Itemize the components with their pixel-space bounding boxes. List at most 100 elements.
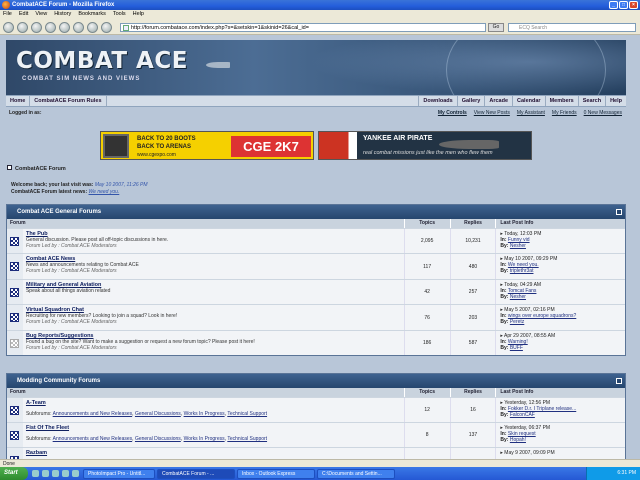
last-post-author-link[interactable]: Nesher [510,243,526,249]
forward-button[interactable] [17,22,28,33]
replies-count: 257 [449,280,496,304]
collapse-toggle-icon[interactable] [616,378,622,384]
back-button[interactable] [3,22,14,33]
my-assistant-link[interactable]: My Assistant [517,108,545,118]
task-photoimpact[interactable]: PhotoImpact Pro - Untitl... [83,468,155,479]
stop-button[interactable] [45,22,56,33]
site-banner[interactable]: COMBAT ACE COMBAT SIM NEWS AND VIEWS [6,40,626,95]
col-forum: Forum [10,220,26,226]
quick-launch-icon[interactable] [52,470,59,477]
start-button[interactable]: Start [0,467,28,480]
view-new-posts-link[interactable]: View New Posts [474,108,510,118]
status-bar: Done [0,459,640,467]
new-posts-icon [10,405,20,415]
menu-file[interactable]: File [3,10,12,19]
forum-moderators: Forum Led by : Combat ACE Moderators [25,268,117,274]
last-post-by-label: By: [500,345,509,351]
subforum-link[interactable]: Announcements and New Releases [53,436,133,442]
last-post-author-link[interactable]: Hopah! [510,437,526,443]
nav-search[interactable]: Search [577,96,605,106]
collapse-toggle-icon[interactable] [616,209,622,215]
menu-tools[interactable]: Tools [113,10,126,19]
last-post-by-label: By: [500,437,509,443]
nav-help[interactable]: Help [605,96,626,106]
forum-link[interactable]: Razbam [26,450,401,456]
toolbar-extra-button[interactable] [73,22,84,33]
subforum-link[interactable]: Technical Support [227,411,267,417]
last-post-author-link[interactable]: BUFF [510,345,523,351]
menu-edit[interactable]: Edit [19,10,28,19]
reload-button[interactable] [31,22,42,33]
subforum-link[interactable]: Works In Progress [184,411,225,417]
nav-members[interactable]: Members [544,96,578,106]
quick-launch-icon[interactable] [42,470,49,477]
forum-row-virtual-squadron: Virtual Squadron Chat Recruiting for new… [7,304,625,330]
window-title-bar: CombatACE Forum - Mozilla Firefox _ □ × [0,0,640,10]
last-post-author-link[interactable]: FalconCAF [510,412,535,418]
page-icon [123,25,129,31]
welcome-block: Welcome back; your last visit was: May 1… [11,182,611,196]
subforum-link[interactable]: General Discussions [135,411,181,417]
replies-count: 203 [449,305,496,330]
col-replies: Replies [449,388,496,397]
url-text: http://forum.combatace.com/index.php?s=&… [131,25,309,31]
latest-news-link[interactable]: We need you. [89,189,120,195]
replies-count: 587 [449,331,496,355]
search-input[interactable]: ECQ Search [508,23,636,32]
toolbar-extra-button-2[interactable] [87,22,98,33]
ad-banner-yankee-air-pirate[interactable]: YANKEE AIR PIRATE real combat missions j… [318,131,532,160]
nav-calendar[interactable]: Calendar [512,96,545,106]
quick-launch-icon[interactable] [32,470,39,477]
home-button[interactable] [59,22,70,33]
quick-launch-icon[interactable] [62,470,69,477]
last-post-author-link[interactable]: triplethr3at [510,268,534,274]
site-logo: COMBAT ACE [16,48,188,74]
menu-view[interactable]: View [35,10,47,19]
replies-count: 10,231 [449,229,496,253]
ad-banner-cge[interactable]: BACK TO 20 BOOTS BACK TO ARENAS www.cgex… [100,131,314,160]
menu-help[interactable]: Help [133,10,144,19]
ad1-brand: CGE 2K7 [231,136,311,157]
close-button[interactable]: × [629,1,638,9]
menu-bookmarks[interactable]: Bookmarks [78,10,106,19]
subforum-link[interactable]: Works In Progress [184,436,225,442]
menu-history[interactable]: History [54,10,71,19]
last-post-info: ▸ Yesterday, 12:56 PM In: Fokker D.r. I … [495,398,625,422]
no-new-posts-icon [10,338,20,348]
last-post-author-link[interactable]: Nesher [510,294,526,300]
user-bar: Logged in as: My Controls View New Posts… [6,108,626,118]
nav-gallery[interactable]: Gallery [456,96,485,106]
last-visit-label: Welcome back; your last visit was: [11,182,94,188]
nav-forum-rules[interactable]: CombatACE Forum Rules [30,96,107,106]
col-topics: Topics [403,219,450,228]
task-explorer[interactable]: C:\Documents and Settin... [317,468,395,479]
nav-home[interactable]: Home [6,96,31,106]
task-firefox[interactable]: CombatACE Forum - ... [157,468,235,479]
column-header-row: Forum Topics Replies Last Post Info [7,219,625,228]
my-controls-link[interactable]: My Controls [438,108,467,118]
toolbar-extra-button-3[interactable] [101,22,112,33]
last-post-info: ▸ May 5 2007, 02:16 PM In: wings over eu… [495,305,625,330]
nav-arcade[interactable]: Arcade [484,96,512,106]
go-button[interactable]: Go [488,23,504,32]
subforum-link[interactable]: Technical Support [227,436,267,442]
col-forum: Forum [10,389,26,395]
task-outlook[interactable]: Inbox - Outlook Express [237,468,315,479]
last-post-info: ▸ May 9 2007, 09:09 PM [495,448,625,459]
url-bar[interactable]: http://forum.combatace.com/index.php?s=&… [120,23,486,32]
my-friends-link[interactable]: My Friends [552,108,577,118]
last-post-author-link[interactable]: Peretz [510,319,524,325]
new-posts-icon [10,262,20,271]
clock[interactable]: 6:31 PM [617,470,636,476]
subforum-link[interactable]: General Discussions [135,436,181,442]
new-messages-link[interactable]: 0 New Messages [584,108,622,118]
quick-launch-icon[interactable] [72,470,79,477]
forum-row-razbam: Razbam ▸ May 9 2007, 09:09 PM [7,447,625,459]
nav-downloads[interactable]: Downloads [418,96,456,106]
topics-count [403,448,450,459]
forum-row-a-team: A-Team Subforums: Announcements and New … [7,397,625,422]
maximize-button[interactable]: □ [619,1,628,9]
minimize-button[interactable]: _ [609,1,618,9]
forum-moderators: Forum Led by : Combat ACE Moderators [25,319,117,325]
subforum-link[interactable]: Announcements and New Releases [53,411,133,417]
